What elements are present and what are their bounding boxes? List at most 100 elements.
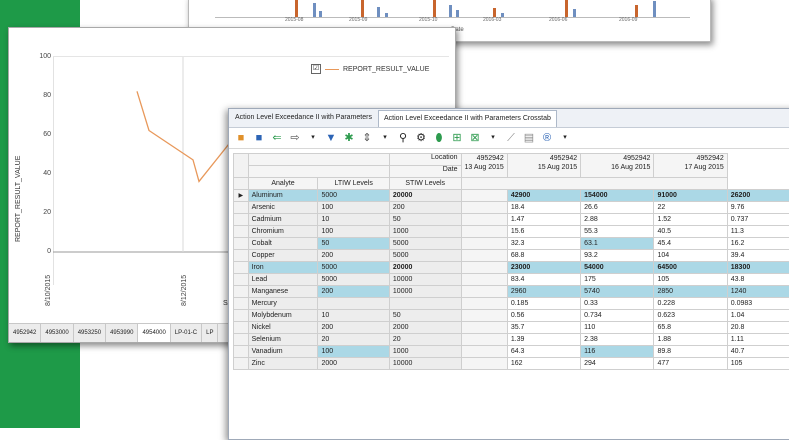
tab-parameters-crosstab[interactable]: Action Level Exceedance II with Paramete… xyxy=(378,110,557,127)
value-cell[interactable]: 43.8 xyxy=(727,274,789,286)
value-cell[interactable]: 26.6 xyxy=(581,202,654,214)
stiw-cell[interactable]: 5000 xyxy=(389,250,461,262)
sheet-tab[interactable]: LP-01-C xyxy=(171,324,202,342)
table-row[interactable]: Iron50002000023000540006450018300 xyxy=(234,262,789,274)
row-selector[interactable] xyxy=(234,274,249,286)
stiw-cell[interactable] xyxy=(389,298,461,310)
row-selector[interactable] xyxy=(234,262,249,274)
ltiw-cell[interactable]: 10 xyxy=(318,214,389,226)
value-cell[interactable]: 0.185 xyxy=(507,298,580,310)
row-selector[interactable] xyxy=(234,286,249,298)
chart-icon[interactable]: ⊠ xyxy=(469,131,481,145)
analyte-cell[interactable]: Arsenic xyxy=(248,202,318,214)
value-cell[interactable]: 1.88 xyxy=(654,334,727,346)
ltiw-cell[interactable]: 200 xyxy=(318,286,389,298)
table-row[interactable]: Zinc200010000162294477105 xyxy=(234,358,789,370)
value-cell[interactable]: 1.47 xyxy=(507,214,580,226)
value-cell[interactable]: 105 xyxy=(654,274,727,286)
ltiw-cell[interactable]: 200 xyxy=(318,322,389,334)
analyte-cell[interactable]: Molybdenum xyxy=(248,310,318,322)
table-row[interactable]: Nickel200200035.711065.820.8 xyxy=(234,322,789,334)
search-icon[interactable]: ⚲ xyxy=(397,131,409,145)
value-cell[interactable]: 110 xyxy=(581,322,654,334)
value-cell[interactable]: 2960 xyxy=(507,286,580,298)
value-cell[interactable]: 93.2 xyxy=(581,250,654,262)
value-cell[interactable]: 32.3 xyxy=(507,238,580,250)
sort-icon[interactable]: ⇕ xyxy=(361,131,373,145)
value-cell[interactable]: 18300 xyxy=(727,262,789,274)
analyte-cell[interactable]: Lead xyxy=(248,274,318,286)
stiw-cell[interactable]: 10000 xyxy=(389,286,461,298)
value-cell[interactable]: 68.8 xyxy=(507,250,580,262)
row-selector[interactable] xyxy=(234,226,249,238)
stiw-cell[interactable]: 10000 xyxy=(389,274,461,286)
value-cell[interactable]: 40.7 xyxy=(727,346,789,358)
value-cell[interactable]: 0.33 xyxy=(581,298,654,310)
value-cell[interactable]: 89.8 xyxy=(654,346,727,358)
table-row[interactable]: Selenium20201.392.381.881.11 xyxy=(234,334,789,346)
tab-parameters[interactable]: Action Level Exceedance II with Paramete… xyxy=(229,109,378,127)
stiw-cell[interactable]: 2000 xyxy=(389,322,461,334)
legend-checkbox[interactable]: ☑ xyxy=(311,64,321,74)
stiw-cell[interactable]: 20 xyxy=(389,334,461,346)
value-cell[interactable]: 116 xyxy=(581,346,654,358)
table-row[interactable]: Lead500010000 83.417510543.8 xyxy=(234,274,789,286)
row-selector[interactable] xyxy=(234,250,249,262)
sheet-tab[interactable]: LP xyxy=(202,324,218,342)
dropdown-caret-icon[interactable]: ▾ xyxy=(487,131,499,145)
analyte-cell[interactable]: Vanadium xyxy=(248,346,318,358)
value-cell[interactable]: 20.8 xyxy=(727,322,789,334)
value-cell[interactable]: 23000 xyxy=(507,262,580,274)
value-cell[interactable]: 162 xyxy=(507,358,580,370)
row-selector[interactable] xyxy=(234,202,249,214)
value-cell[interactable]: 64500 xyxy=(654,262,727,274)
analyte-cell[interactable]: Cobalt xyxy=(248,238,318,250)
value-cell[interactable]: 105 xyxy=(727,358,789,370)
sheet-tab[interactable]: 4953250 xyxy=(74,324,106,342)
ltiw-cell[interactable]: 50 xyxy=(318,238,389,250)
sheet-tab[interactable]: 4952942 xyxy=(9,324,41,342)
value-cell[interactable]: 0.0983 xyxy=(727,298,789,310)
ltiw-header[interactable]: LTIW Levels xyxy=(318,178,389,190)
ltiw-cell[interactable]: 200 xyxy=(318,250,389,262)
database-icon[interactable]: ⬮ xyxy=(433,131,445,145)
back-arrow-icon[interactable]: ⇐ xyxy=(271,131,283,145)
value-cell[interactable]: 15.6 xyxy=(507,226,580,238)
table-row[interactable]: Arsenic10020018.426.6229.76 xyxy=(234,202,789,214)
ltiw-cell[interactable]: 20 xyxy=(318,334,389,346)
value-cell[interactable]: 294 xyxy=(581,358,654,370)
value-cell[interactable]: 40.5 xyxy=(654,226,727,238)
dropdown-caret-icon[interactable]: ▾ xyxy=(559,131,571,145)
column-header[interactable]: 495294217 Aug 2015 xyxy=(654,154,727,178)
value-cell[interactable]: 2.38 xyxy=(581,334,654,346)
row-selector[interactable] xyxy=(234,358,249,370)
row-selector[interactable] xyxy=(234,346,249,358)
ltiw-cell[interactable]: 5000 xyxy=(318,274,389,286)
value-cell[interactable]: 22 xyxy=(654,202,727,214)
value-cell[interactable]: 11.3 xyxy=(727,226,789,238)
analyte-cell[interactable]: Chromium xyxy=(248,226,318,238)
value-cell[interactable]: 0.623 xyxy=(654,310,727,322)
value-cell[interactable]: 39.4 xyxy=(727,250,789,262)
value-cell[interactable]: 64.3 xyxy=(507,346,580,358)
analyte-cell[interactable]: Manganese xyxy=(248,286,318,298)
value-cell[interactable]: 2.88 xyxy=(581,214,654,226)
analyte-cell[interactable]: Zinc xyxy=(248,358,318,370)
ltiw-cell[interactable]: 5000 xyxy=(318,190,389,202)
value-cell[interactable]: 1.52 xyxy=(654,214,727,226)
row-selector[interactable] xyxy=(234,322,249,334)
analyte-cell[interactable]: Mercury xyxy=(248,298,318,310)
analyte-cell[interactable]: Selenium xyxy=(248,334,318,346)
table-row[interactable]: ▶Aluminum500020000429001540009100026200 xyxy=(234,190,789,202)
dropdown-caret-icon[interactable]: ▾ xyxy=(307,131,319,145)
value-cell[interactable]: 18.4 xyxy=(507,202,580,214)
value-cell[interactable]: 5740 xyxy=(581,286,654,298)
stiw-header[interactable]: STIW Levels xyxy=(389,178,461,190)
stiw-cell[interactable]: 20000 xyxy=(389,190,461,202)
analyte-cell[interactable]: Aluminum xyxy=(248,190,318,202)
value-cell[interactable]: 175 xyxy=(581,274,654,286)
stiw-cell[interactable]: 5000 xyxy=(389,238,461,250)
export-icon[interactable]: ⇨ xyxy=(289,131,301,145)
stiw-cell[interactable]: 20000 xyxy=(389,262,461,274)
value-cell[interactable]: 83.4 xyxy=(507,274,580,286)
